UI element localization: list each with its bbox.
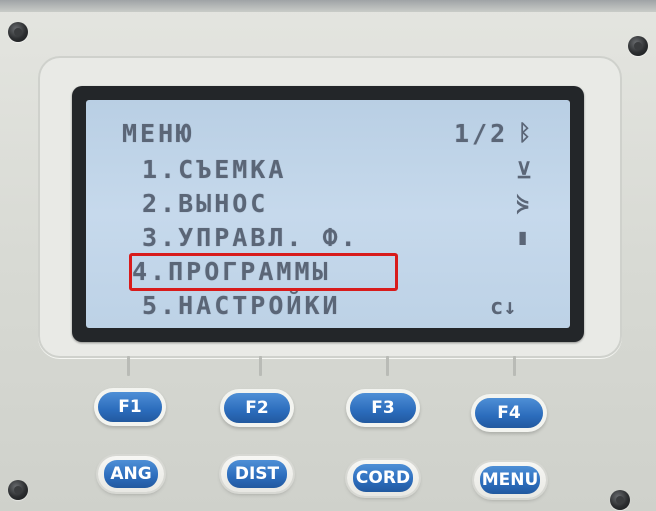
menu-item-survey[interactable]: 1.СЪЕМКА xyxy=(142,156,286,184)
top-housing-strip xyxy=(0,0,656,12)
prism-target-icon: ⊻ xyxy=(516,159,533,184)
f4-button[interactable]: F4 xyxy=(475,398,543,428)
cord-button[interactable]: CORD xyxy=(347,460,419,496)
screw-top-left xyxy=(8,22,28,42)
selected-item-highlight xyxy=(129,253,398,291)
menu-title: МЕНЮ xyxy=(122,119,195,148)
lcd-screen: МЕНЮ 1/2 ᛒ 1.СЪЕМКА ⊻ 2.ВЫНОС ⋟ 3.УПРАВЛ… xyxy=(86,100,570,328)
softkey-divider-1 xyxy=(127,356,130,376)
menu-item-stakeout[interactable]: 2.ВЫНОС xyxy=(142,190,268,218)
menu-item-settings[interactable]: 5.НАСТРОЙКИ xyxy=(142,292,341,320)
softkey-divider-4 xyxy=(513,356,516,376)
ang-button[interactable]: ANG xyxy=(98,456,164,492)
total-station-keypad: МЕНЮ 1/2 ᛒ 1.СЪЕМКА ⊻ 2.ВЫНОС ⋟ 3.УПРАВЛ… xyxy=(0,0,656,511)
softkey-divider-2 xyxy=(259,356,262,376)
menu-item-file-management[interactable]: 3.УПРАВЛ. Ф. xyxy=(142,224,359,252)
scroll-down-icon: c↓ xyxy=(490,295,517,320)
screw-top-right xyxy=(628,36,648,56)
f3-button[interactable]: F3 xyxy=(350,393,416,423)
menu-button-label: MENU xyxy=(480,466,540,494)
battery-icon: ▮ xyxy=(516,225,530,250)
menu-button[interactable]: MENU xyxy=(474,462,546,498)
f2-button[interactable]: F2 xyxy=(224,393,290,423)
softkey-divider-3 xyxy=(386,356,389,376)
page-indicator: 1/2 xyxy=(454,119,509,148)
bluetooth-icon: ᛒ xyxy=(518,121,532,146)
screw-bottom-left xyxy=(8,480,28,500)
cord-button-label: CORD xyxy=(353,464,413,492)
dist-button-label: DIST xyxy=(227,460,287,488)
ang-button-label: ANG xyxy=(104,460,158,488)
f1-button[interactable]: F1 xyxy=(98,392,162,422)
screw-bottom-right xyxy=(610,490,630,510)
dist-button[interactable]: DIST xyxy=(221,456,293,492)
laser-icon: ⋟ xyxy=(516,191,530,216)
